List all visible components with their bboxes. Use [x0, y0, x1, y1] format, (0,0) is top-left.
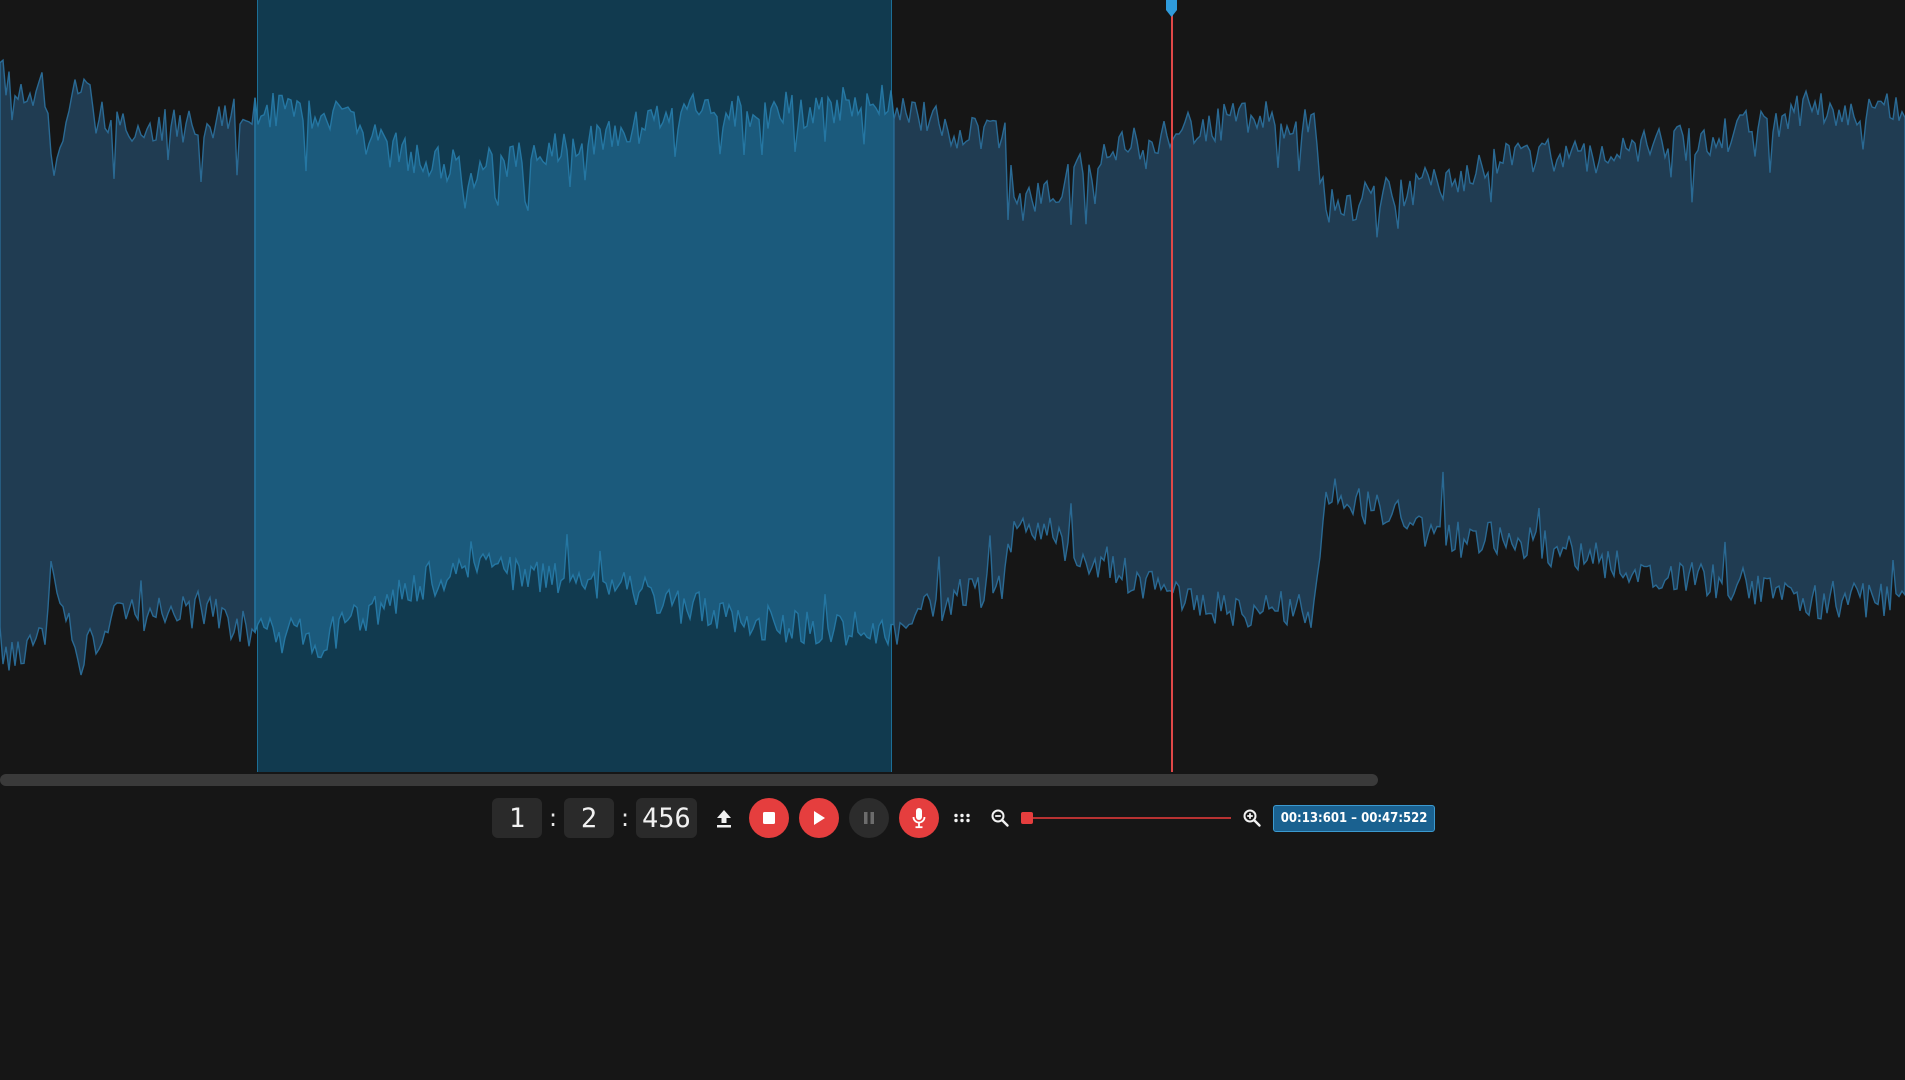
- time-seconds[interactable]: 2: [564, 798, 614, 838]
- selection-range-badge: 00:13:601 – 00:47:522: [1272, 804, 1436, 832]
- zoom-slider-track[interactable]: [1024, 817, 1231, 819]
- zoom-in-button[interactable]: [1237, 803, 1267, 833]
- time-separator: :: [548, 804, 558, 832]
- waveform-selected-segment: [254, 84, 895, 659]
- play-icon: [813, 811, 825, 825]
- playhead-line[interactable]: [1171, 0, 1173, 772]
- zoom-in-icon: [1243, 809, 1261, 827]
- audio-editor: 1 : 2 : 456 00:13:601 – 00:47:522: [0, 0, 1905, 1080]
- zoom-out-button[interactable]: [985, 803, 1015, 833]
- play-button[interactable]: [798, 798, 839, 838]
- waveform-right-segment: [893, 88, 1905, 645]
- transport-toolbar: 1 : 2 : 456 00:13:601 – 00:47:522: [492, 797, 1436, 839]
- stop-button[interactable]: [748, 798, 789, 838]
- waveform: [0, 58, 1905, 676]
- time-separator: :: [620, 804, 630, 832]
- upload-icon: [716, 810, 731, 828]
- zoom-out-icon: [991, 809, 1009, 827]
- time-minutes[interactable]: 1: [492, 798, 542, 838]
- waveform-canvas[interactable]: [0, 0, 1905, 772]
- stop-icon: [762, 812, 775, 824]
- time-milliseconds[interactable]: 456: [636, 798, 697, 838]
- dots-grid-icon: [954, 813, 970, 823]
- zoom-slider[interactable]: [1020, 803, 1231, 833]
- pause-icon: [863, 812, 874, 824]
- playhead-handle[interactable]: [1165, 0, 1178, 18]
- more-button[interactable]: [947, 803, 977, 833]
- record-button[interactable]: [898, 798, 939, 838]
- waveform-left-segment: [0, 58, 256, 676]
- pause-button[interactable]: [848, 798, 889, 838]
- scrollbar-thumb[interactable]: [0, 774, 1378, 786]
- zoom-slider-thumb[interactable]: [1020, 812, 1033, 824]
- upload-button[interactable]: [709, 803, 739, 833]
- microphone-icon: [912, 808, 926, 829]
- horizontal-scrollbar[interactable]: [0, 773, 1905, 787]
